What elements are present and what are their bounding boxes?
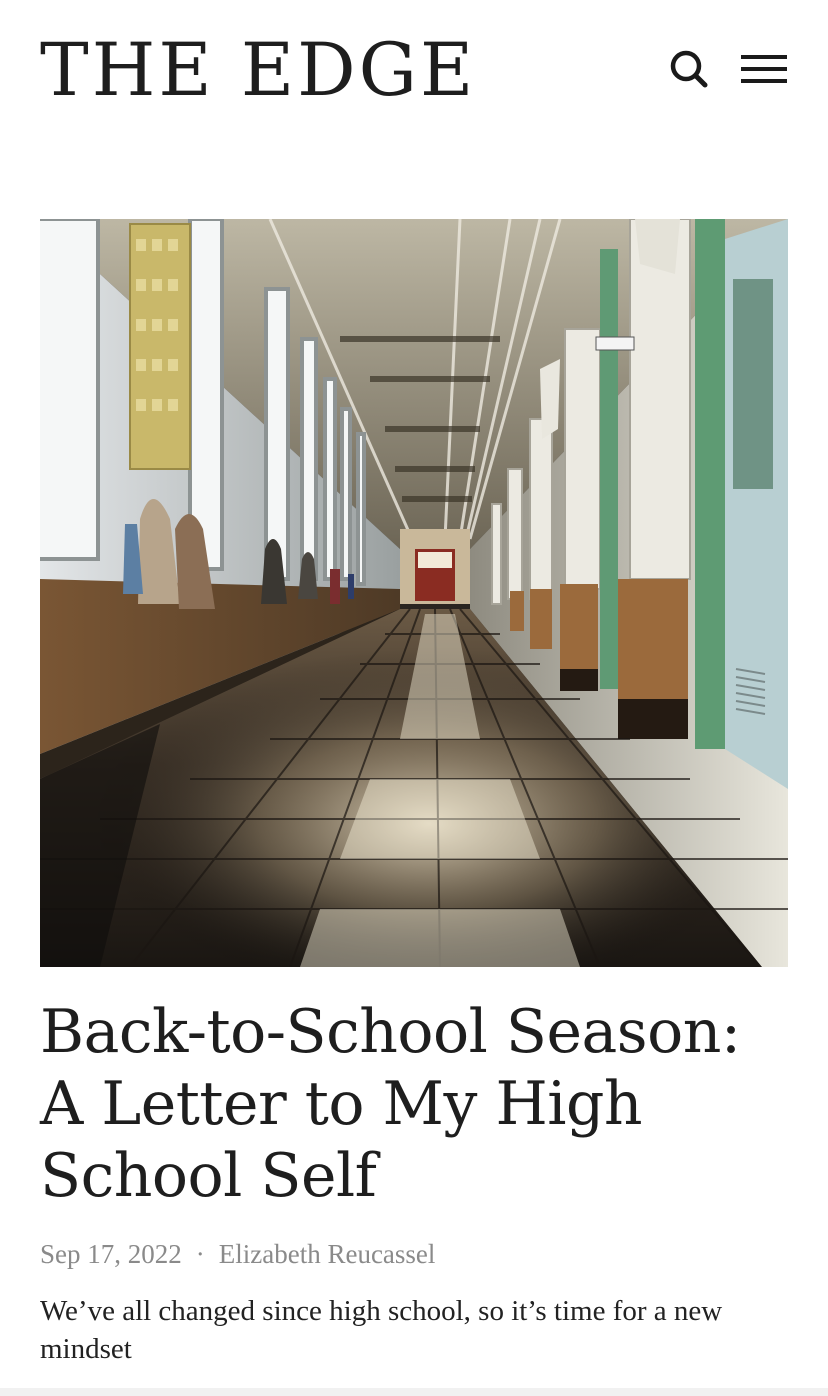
school-hallway-photo: [40, 219, 788, 967]
section-divider: [0, 1388, 828, 1396]
author-link[interactable]: Elizabeth Reucassel: [219, 1239, 436, 1269]
meta-separator: ·: [195, 1239, 205, 1269]
publish-date: Sep 17, 2022: [40, 1239, 182, 1269]
article-meta: Sep 17, 2022 · Elizabeth Reucassel: [40, 1236, 435, 1272]
article-title[interactable]: Back-to-School Season: A Letter to My Hi…: [40, 996, 800, 1212]
article-subtitle: We’ve all changed since high school, so …: [40, 1295, 723, 1365]
search-icon: [670, 50, 708, 88]
search-button[interactable]: [664, 44, 714, 94]
menu-button[interactable]: [736, 44, 792, 94]
hamburger-menu-icon: [741, 55, 787, 83]
site-header: THE EDGE: [0, 0, 828, 140]
hero-image[interactable]: [40, 219, 788, 967]
site-title[interactable]: THE EDGE: [40, 26, 476, 116]
